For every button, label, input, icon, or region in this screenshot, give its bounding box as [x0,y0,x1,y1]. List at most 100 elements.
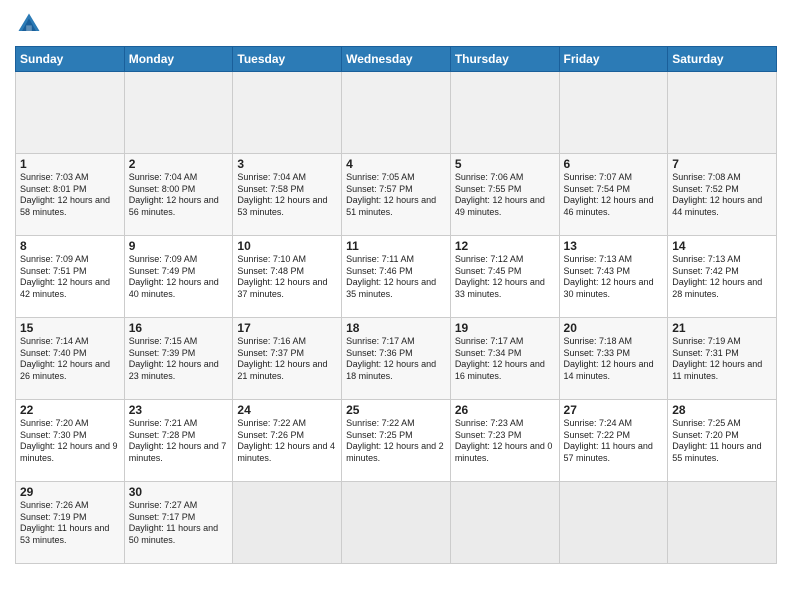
cell-info: Sunrise: 7:12 AMSunset: 7:45 PMDaylight:… [455,254,555,301]
day-number: 10 [237,239,337,253]
day-number: 12 [455,239,555,253]
calendar-cell: 17Sunrise: 7:16 AMSunset: 7:37 PMDayligh… [233,318,342,400]
calendar-cell: 29Sunrise: 7:26 AMSunset: 7:19 PMDayligh… [16,482,125,564]
cell-info: Sunrise: 7:16 AMSunset: 7:37 PMDaylight:… [237,336,337,383]
cell-info: Sunrise: 7:15 AMSunset: 7:39 PMDaylight:… [129,336,229,383]
cell-info: Sunrise: 7:07 AMSunset: 7:54 PMDaylight:… [564,172,664,219]
day-number: 11 [346,239,446,253]
calendar-cell: 7Sunrise: 7:08 AMSunset: 7:52 PMDaylight… [668,154,777,236]
day-number: 5 [455,157,555,171]
cell-info: Sunrise: 7:17 AMSunset: 7:36 PMDaylight:… [346,336,446,383]
calendar-cell-empty [559,72,668,154]
cell-info: Sunrise: 7:09 AMSunset: 7:51 PMDaylight:… [20,254,120,301]
calendar-cell-empty [233,72,342,154]
calendar-cell: 15Sunrise: 7:14 AMSunset: 7:40 PMDayligh… [16,318,125,400]
day-number: 27 [564,403,664,417]
calendar-cell-empty [233,482,342,564]
cell-info: Sunrise: 7:14 AMSunset: 7:40 PMDaylight:… [20,336,120,383]
calendar-cell: 30Sunrise: 7:27 AMSunset: 7:17 PMDayligh… [124,482,233,564]
calendar-week-row [16,72,777,154]
col-tuesday: Tuesday [233,47,342,72]
calendar-cell: 5Sunrise: 7:06 AMSunset: 7:55 PMDaylight… [450,154,559,236]
logo [15,10,47,38]
cell-info: Sunrise: 7:04 AMSunset: 8:00 PMDaylight:… [129,172,229,219]
calendar-cell: 3Sunrise: 7:04 AMSunset: 7:58 PMDaylight… [233,154,342,236]
cell-info: Sunrise: 7:05 AMSunset: 7:57 PMDaylight:… [346,172,446,219]
calendar-week-row: 8Sunrise: 7:09 AMSunset: 7:51 PMDaylight… [16,236,777,318]
col-friday: Friday [559,47,668,72]
calendar-week-row: 22Sunrise: 7:20 AMSunset: 7:30 PMDayligh… [16,400,777,482]
calendar-header-row: Sunday Monday Tuesday Wednesday Thursday… [16,47,777,72]
day-number: 4 [346,157,446,171]
calendar-cell: 9Sunrise: 7:09 AMSunset: 7:49 PMDaylight… [124,236,233,318]
cell-info: Sunrise: 7:10 AMSunset: 7:48 PMDaylight:… [237,254,337,301]
calendar-cell: 21Sunrise: 7:19 AMSunset: 7:31 PMDayligh… [668,318,777,400]
day-number: 6 [564,157,664,171]
calendar-cell-empty [450,72,559,154]
day-number: 9 [129,239,229,253]
cell-info: Sunrise: 7:08 AMSunset: 7:52 PMDaylight:… [672,172,772,219]
calendar-cell-empty [668,482,777,564]
calendar-cell: 24Sunrise: 7:22 AMSunset: 7:26 PMDayligh… [233,400,342,482]
calendar-cell: 8Sunrise: 7:09 AMSunset: 7:51 PMDaylight… [16,236,125,318]
cell-info: Sunrise: 7:22 AMSunset: 7:26 PMDaylight:… [237,418,337,465]
calendar-cell: 4Sunrise: 7:05 AMSunset: 7:57 PMDaylight… [342,154,451,236]
day-number: 13 [564,239,664,253]
logo-icon [15,10,43,38]
calendar-cell: 2Sunrise: 7:04 AMSunset: 8:00 PMDaylight… [124,154,233,236]
header [15,10,777,38]
col-saturday: Saturday [668,47,777,72]
day-number: 23 [129,403,229,417]
calendar-cell-empty [559,482,668,564]
calendar-cell: 28Sunrise: 7:25 AMSunset: 7:20 PMDayligh… [668,400,777,482]
col-wednesday: Wednesday [342,47,451,72]
day-number: 7 [672,157,772,171]
calendar-cell: 12Sunrise: 7:12 AMSunset: 7:45 PMDayligh… [450,236,559,318]
cell-info: Sunrise: 7:22 AMSunset: 7:25 PMDaylight:… [346,418,446,465]
calendar-cell: 10Sunrise: 7:10 AMSunset: 7:48 PMDayligh… [233,236,342,318]
day-number: 8 [20,239,120,253]
cell-info: Sunrise: 7:25 AMSunset: 7:20 PMDaylight:… [672,418,772,465]
calendar-cell: 22Sunrise: 7:20 AMSunset: 7:30 PMDayligh… [16,400,125,482]
day-number: 2 [129,157,229,171]
day-number: 20 [564,321,664,335]
day-number: 15 [20,321,120,335]
day-number: 22 [20,403,120,417]
cell-info: Sunrise: 7:20 AMSunset: 7:30 PMDaylight:… [20,418,120,465]
calendar-cell-empty [342,72,451,154]
calendar-cell: 1Sunrise: 7:03 AMSunset: 8:01 PMDaylight… [16,154,125,236]
day-number: 24 [237,403,337,417]
calendar-cell: 16Sunrise: 7:15 AMSunset: 7:39 PMDayligh… [124,318,233,400]
page: Sunday Monday Tuesday Wednesday Thursday… [0,0,792,612]
cell-info: Sunrise: 7:06 AMSunset: 7:55 PMDaylight:… [455,172,555,219]
calendar-cell: 20Sunrise: 7:18 AMSunset: 7:33 PMDayligh… [559,318,668,400]
day-number: 16 [129,321,229,335]
calendar-week-row: 29Sunrise: 7:26 AMSunset: 7:19 PMDayligh… [16,482,777,564]
calendar-cell: 11Sunrise: 7:11 AMSunset: 7:46 PMDayligh… [342,236,451,318]
cell-info: Sunrise: 7:23 AMSunset: 7:23 PMDaylight:… [455,418,555,465]
day-number: 17 [237,321,337,335]
calendar-week-row: 1Sunrise: 7:03 AMSunset: 8:01 PMDaylight… [16,154,777,236]
cell-info: Sunrise: 7:03 AMSunset: 8:01 PMDaylight:… [20,172,120,219]
calendar-cell-empty [668,72,777,154]
cell-info: Sunrise: 7:18 AMSunset: 7:33 PMDaylight:… [564,336,664,383]
cell-info: Sunrise: 7:21 AMSunset: 7:28 PMDaylight:… [129,418,229,465]
day-number: 30 [129,485,229,499]
cell-info: Sunrise: 7:26 AMSunset: 7:19 PMDaylight:… [20,500,120,547]
cell-info: Sunrise: 7:09 AMSunset: 7:49 PMDaylight:… [129,254,229,301]
cell-info: Sunrise: 7:13 AMSunset: 7:43 PMDaylight:… [564,254,664,301]
cell-info: Sunrise: 7:17 AMSunset: 7:34 PMDaylight:… [455,336,555,383]
calendar-cell-empty [342,482,451,564]
calendar-cell: 26Sunrise: 7:23 AMSunset: 7:23 PMDayligh… [450,400,559,482]
day-number: 21 [672,321,772,335]
day-number: 28 [672,403,772,417]
cell-info: Sunrise: 7:27 AMSunset: 7:17 PMDaylight:… [129,500,229,547]
col-sunday: Sunday [16,47,125,72]
day-number: 19 [455,321,555,335]
day-number: 14 [672,239,772,253]
cell-info: Sunrise: 7:24 AMSunset: 7:22 PMDaylight:… [564,418,664,465]
calendar: Sunday Monday Tuesday Wednesday Thursday… [15,46,777,564]
calendar-cell: 19Sunrise: 7:17 AMSunset: 7:34 PMDayligh… [450,318,559,400]
day-number: 1 [20,157,120,171]
day-number: 26 [455,403,555,417]
